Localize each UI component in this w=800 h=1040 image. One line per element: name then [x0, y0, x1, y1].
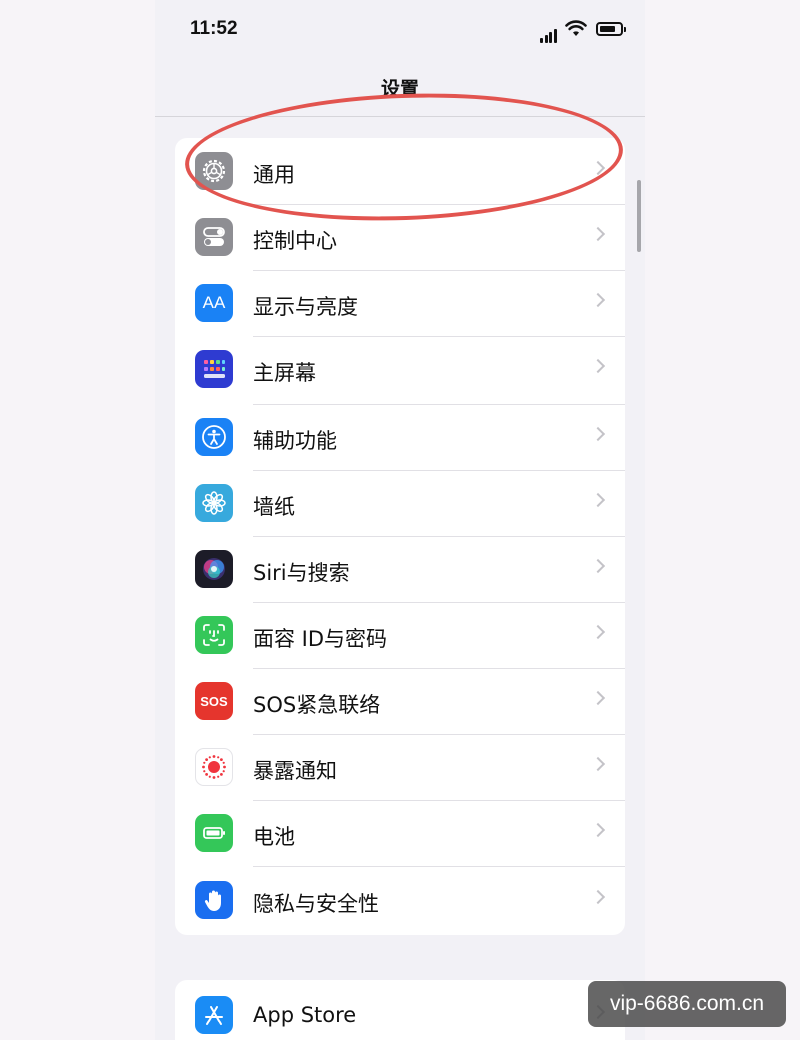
chevron-right-icon — [590, 426, 606, 442]
nav-divider — [155, 116, 645, 117]
settings-row-label: 暴露通知 — [253, 759, 337, 783]
settings-row-label: SOS紧急联络 — [253, 693, 381, 717]
chevron-right-icon — [590, 492, 606, 508]
page-title: 设置 — [380, 78, 419, 100]
toggle-switches-icon — [195, 218, 233, 256]
wifi-icon — [565, 20, 587, 36]
settings-row-label: Siri与搜索 — [253, 561, 350, 585]
settings-row-display-brightness[interactable]: AA 显示与亮度 — [175, 270, 625, 336]
chevron-right-icon — [590, 889, 606, 905]
settings-row-label: 面容 ID与密码 — [253, 627, 388, 651]
text-size-icon: AA — [195, 284, 233, 322]
icon-text: AA — [202, 293, 226, 312]
settings-row-label: 通用 — [253, 163, 295, 187]
settings-row-label: App Store — [253, 1003, 357, 1027]
settings-screen: 11:52 设置 通用 控制中心 AA 显示与亮度 主屏幕 辅助功能 墙纸 Si… — [155, 0, 645, 1040]
exposure-notification-icon — [195, 748, 233, 786]
chevron-right-icon — [590, 756, 606, 772]
settings-list: 通用 控制中心 AA 显示与亮度 主屏幕 辅助功能 墙纸 Siri与搜索 面容 … — [175, 138, 625, 935]
settings-row-label: 辅助功能 — [253, 429, 337, 453]
settings-row-label: 隐私与安全性 — [253, 892, 379, 916]
flower-icon — [195, 484, 233, 522]
status-bar: 11:52 — [155, 0, 645, 60]
battery-icon — [195, 814, 233, 852]
settings-row-label: 主屏幕 — [253, 361, 316, 385]
settings-row-home-screen[interactable]: 主屏幕 — [175, 336, 625, 402]
hand-icon — [195, 881, 233, 919]
chevron-right-icon — [590, 558, 606, 574]
home-screen-grid-icon — [195, 350, 233, 388]
watermark: vip-6686.com.cn — [588, 981, 786, 1027]
cellular-signal-icon — [540, 24, 558, 43]
settings-row-control-center[interactable]: 控制中心 — [175, 204, 625, 270]
status-time: 11:52 — [190, 18, 238, 39]
siri-icon — [195, 550, 233, 588]
settings-row-label: 控制中心 — [253, 229, 337, 253]
chevron-right-icon — [590, 292, 606, 308]
gear-icon — [195, 152, 233, 190]
settings-row-emergency-sos[interactable]: SOS SOS紧急联络 — [175, 668, 625, 734]
settings-row-label: 电池 — [253, 825, 295, 849]
settings-row-face-id-passcode[interactable]: 面容 ID与密码 — [175, 602, 625, 668]
settings-row-label: 墙纸 — [253, 495, 295, 519]
settings-row-battery[interactable]: 电池 — [175, 800, 625, 866]
settings-row-exposure-notifications[interactable]: 暴露通知 — [175, 734, 625, 800]
chevron-right-icon — [590, 358, 606, 374]
settings-row-accessibility[interactable]: 辅助功能 — [175, 404, 625, 470]
settings-row-general[interactable]: 通用 — [175, 138, 625, 204]
face-id-icon — [195, 616, 233, 654]
chevron-right-icon — [590, 160, 606, 176]
store-list: App Store — [175, 980, 625, 1040]
sos-icon: SOS — [195, 682, 233, 720]
settings-row-wallpaper[interactable]: 墙纸 — [175, 470, 625, 536]
chevron-right-icon — [590, 690, 606, 706]
icon-text: SOS — [200, 693, 228, 709]
settings-row-app-store[interactable]: App Store — [175, 982, 625, 1040]
settings-row-privacy-security[interactable]: 隐私与安全性 — [175, 867, 625, 933]
settings-row-label: 显示与亮度 — [253, 295, 358, 319]
accessibility-icon — [195, 418, 233, 456]
app-store-icon — [195, 996, 233, 1034]
chevron-right-icon — [590, 226, 606, 242]
battery-status-icon — [596, 22, 623, 36]
chevron-right-icon — [590, 624, 606, 640]
settings-row-siri-search[interactable]: Siri与搜索 — [175, 536, 625, 602]
scroll-indicator[interactable] — [637, 180, 641, 252]
chevron-right-icon — [590, 822, 606, 838]
